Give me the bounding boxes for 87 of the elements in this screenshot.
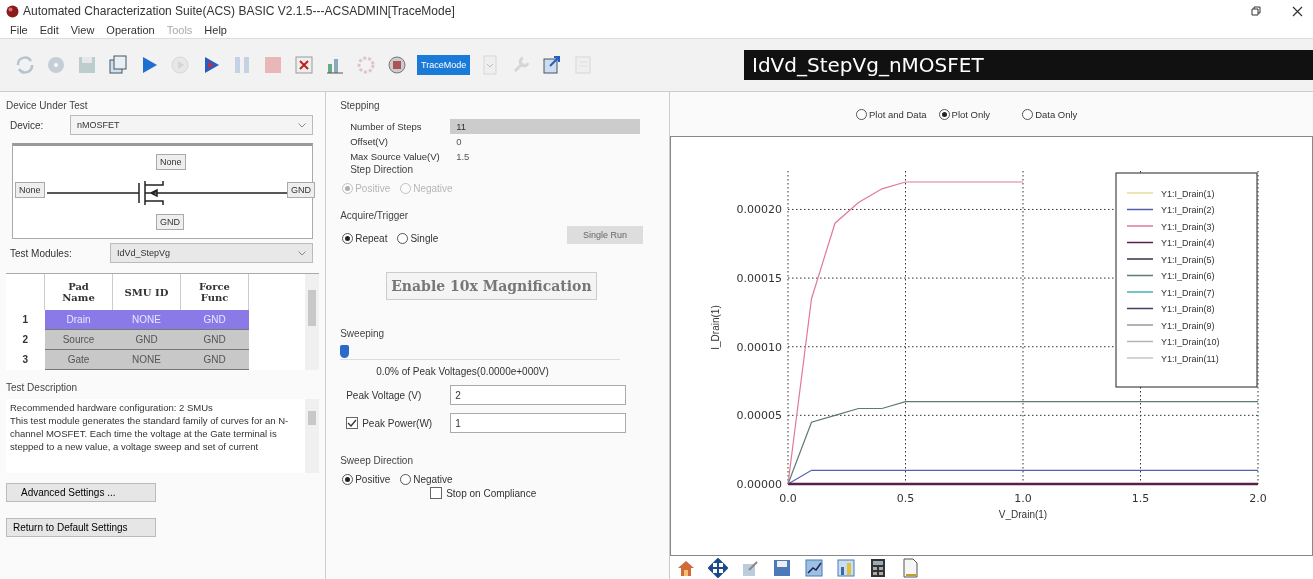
axis-tick-label: 0.00000 — [736, 478, 782, 491]
advanced-settings-button[interactable]: Advanced Settings ... — [6, 483, 156, 502]
input-field[interactable]: 1.5 — [450, 149, 641, 164]
terminal-label[interactable]: None — [156, 154, 186, 170]
close-icon[interactable] — [1292, 5, 1303, 17]
legend-label: Y1:I_Drain(11) — [1161, 353, 1219, 364]
document-icon[interactable] — [900, 557, 920, 578]
checkbox-option[interactable]: Peak Power(W) — [346, 417, 451, 429]
slider-thumb[interactable] — [340, 345, 350, 358]
test-module-dropdown[interactable]: IdVd_StepVg — [110, 243, 314, 263]
terminal-label[interactable]: None — [15, 182, 45, 198]
single-run-button[interactable]: Single Run — [567, 226, 643, 244]
radio-option[interactable]: Repeat — [342, 233, 388, 244]
mode-button[interactable]: TraceMode — [417, 55, 471, 75]
app-logo-icon — [6, 4, 19, 18]
menu-item[interactable]: Operation — [106, 24, 155, 36]
device-label: Device: — [10, 119, 45, 131]
close-x-icon[interactable] — [293, 54, 315, 76]
scrollbar[interactable] — [305, 399, 320, 473]
save-icon[interactable] — [772, 557, 792, 578]
radio-option[interactable]: Negative — [400, 474, 453, 485]
description-text: This test module generates the standard family of curves for an N-channel MOSFET. Each time the voltage at the Gate terminal is stepped to a new value, a voltage sweep and set of current — [10, 414, 290, 453]
scrollbar[interactable] — [305, 274, 320, 370]
checkbox-option[interactable]: Stop on Compliance — [430, 487, 669, 499]
axis-tick-label: 1.5 — [1131, 492, 1150, 505]
legend-label: Y1:I_Drain(8) — [1161, 304, 1215, 314]
copy-icon[interactable] — [107, 54, 129, 76]
legend-label: Y1:I_Drain(5) — [1161, 254, 1215, 265]
legend-label: Y1:I_Drain(1) — [1161, 188, 1215, 199]
axis-tick-label: 0.00015 — [736, 272, 782, 286]
legend-label: Y1:I_Drain(10) — [1161, 337, 1220, 347]
field-label: Number of Steps — [350, 121, 423, 132]
caret-icon — [298, 122, 307, 128]
group-title: Stepping — [340, 100, 381, 111]
menu-item[interactable]: File — [10, 24, 28, 36]
menu-item[interactable]: View — [70, 24, 95, 36]
test-title-bar: IdVd_StepVg_nMOSFET — [744, 50, 1313, 80]
terminal-label[interactable]: GND — [287, 182, 315, 198]
y-axis-label: I_Drain(1) — [710, 305, 721, 350]
axis-tick-label: 1.0 — [1014, 492, 1032, 505]
field-label: Offset(V) — [350, 136, 389, 147]
menu-item[interactable]: Edit — [39, 24, 59, 36]
legend-label: Y1:I_Drain(6) — [1161, 271, 1215, 281]
legend-label: Y1:I_Drain(9) — [1161, 320, 1215, 331]
test-modules-label: Test Modules: — [10, 247, 73, 259]
legend-label: Y1:I_Drain(4) — [1161, 238, 1215, 248]
window-title: Automated Characterization Suite(ACS) BASIC V2.1.5---ACSADMIN[TraceMode] — [23, 4, 455, 18]
group-title: Sweep Direction — [340, 455, 414, 466]
input-field[interactable]: 1 — [450, 413, 627, 433]
group-title: Device Under Test — [6, 100, 89, 111]
bar-chart-icon[interactable] — [836, 557, 856, 578]
group-title: Sweeping — [340, 328, 386, 339]
input-field[interactable]: 0 — [450, 134, 641, 149]
field-label: Peak Voltage (V) — [346, 389, 423, 401]
legend-label: Y1:I_Drain(7) — [1161, 287, 1215, 298]
axis-tick-label: 0.5 — [896, 492, 915, 505]
field-label: Max Source Value(V) — [350, 151, 441, 162]
axis-tick-label: 0.0 — [779, 492, 797, 505]
legend-label: Y1:I_Drain(2) — [1161, 205, 1215, 215]
description-heading: Recommended hardware configuration: 2 SMUs — [10, 401, 214, 414]
group-title: Acquire/Trigger — [340, 210, 410, 221]
axis-tick-label: 0.00010 — [736, 340, 782, 354]
radio-option[interactable]: Single — [397, 233, 439, 244]
axis-tick-label: 0.00005 — [736, 409, 782, 423]
device-dropdown[interactable]: nMOSFET — [70, 115, 314, 135]
magnification-button[interactable]: Enable 10x Magnification — [386, 272, 597, 300]
caret-icon — [298, 250, 307, 256]
legend-label: Y1:I_Drain(3) — [1161, 221, 1215, 232]
axis-tick-label: 2.0 — [1249, 492, 1267, 505]
menu-item[interactable]: Help — [204, 24, 227, 36]
x-axis-label: V_Drain(1) — [998, 509, 1048, 520]
radio-option[interactable]: Plot and Data — [856, 108, 927, 120]
group-title: Step Direction — [350, 164, 414, 175]
radio-option[interactable]: Data Only — [1022, 108, 1078, 120]
restore-icon[interactable] — [1250, 5, 1262, 17]
checkmark-icon — [347, 418, 358, 428]
default-settings-button[interactable]: Return to Default Settings — [6, 518, 156, 537]
input-field[interactable]: 2 — [450, 385, 627, 405]
sweep-reading: 0.0% of Peak Voltages(0.0000e+000V) — [376, 366, 550, 377]
radio-option[interactable]: Plot Only — [938, 108, 991, 120]
group-title: Test Description — [6, 382, 79, 393]
terminal-label[interactable]: GND — [156, 214, 184, 230]
calculator-icon[interactable] — [868, 557, 888, 578]
radio-option[interactable]: Positive — [342, 474, 391, 485]
line-chart-icon[interactable] — [804, 557, 824, 578]
move-icon[interactable] — [708, 557, 728, 578]
axis-tick-label: 0.00020 — [736, 203, 782, 217]
